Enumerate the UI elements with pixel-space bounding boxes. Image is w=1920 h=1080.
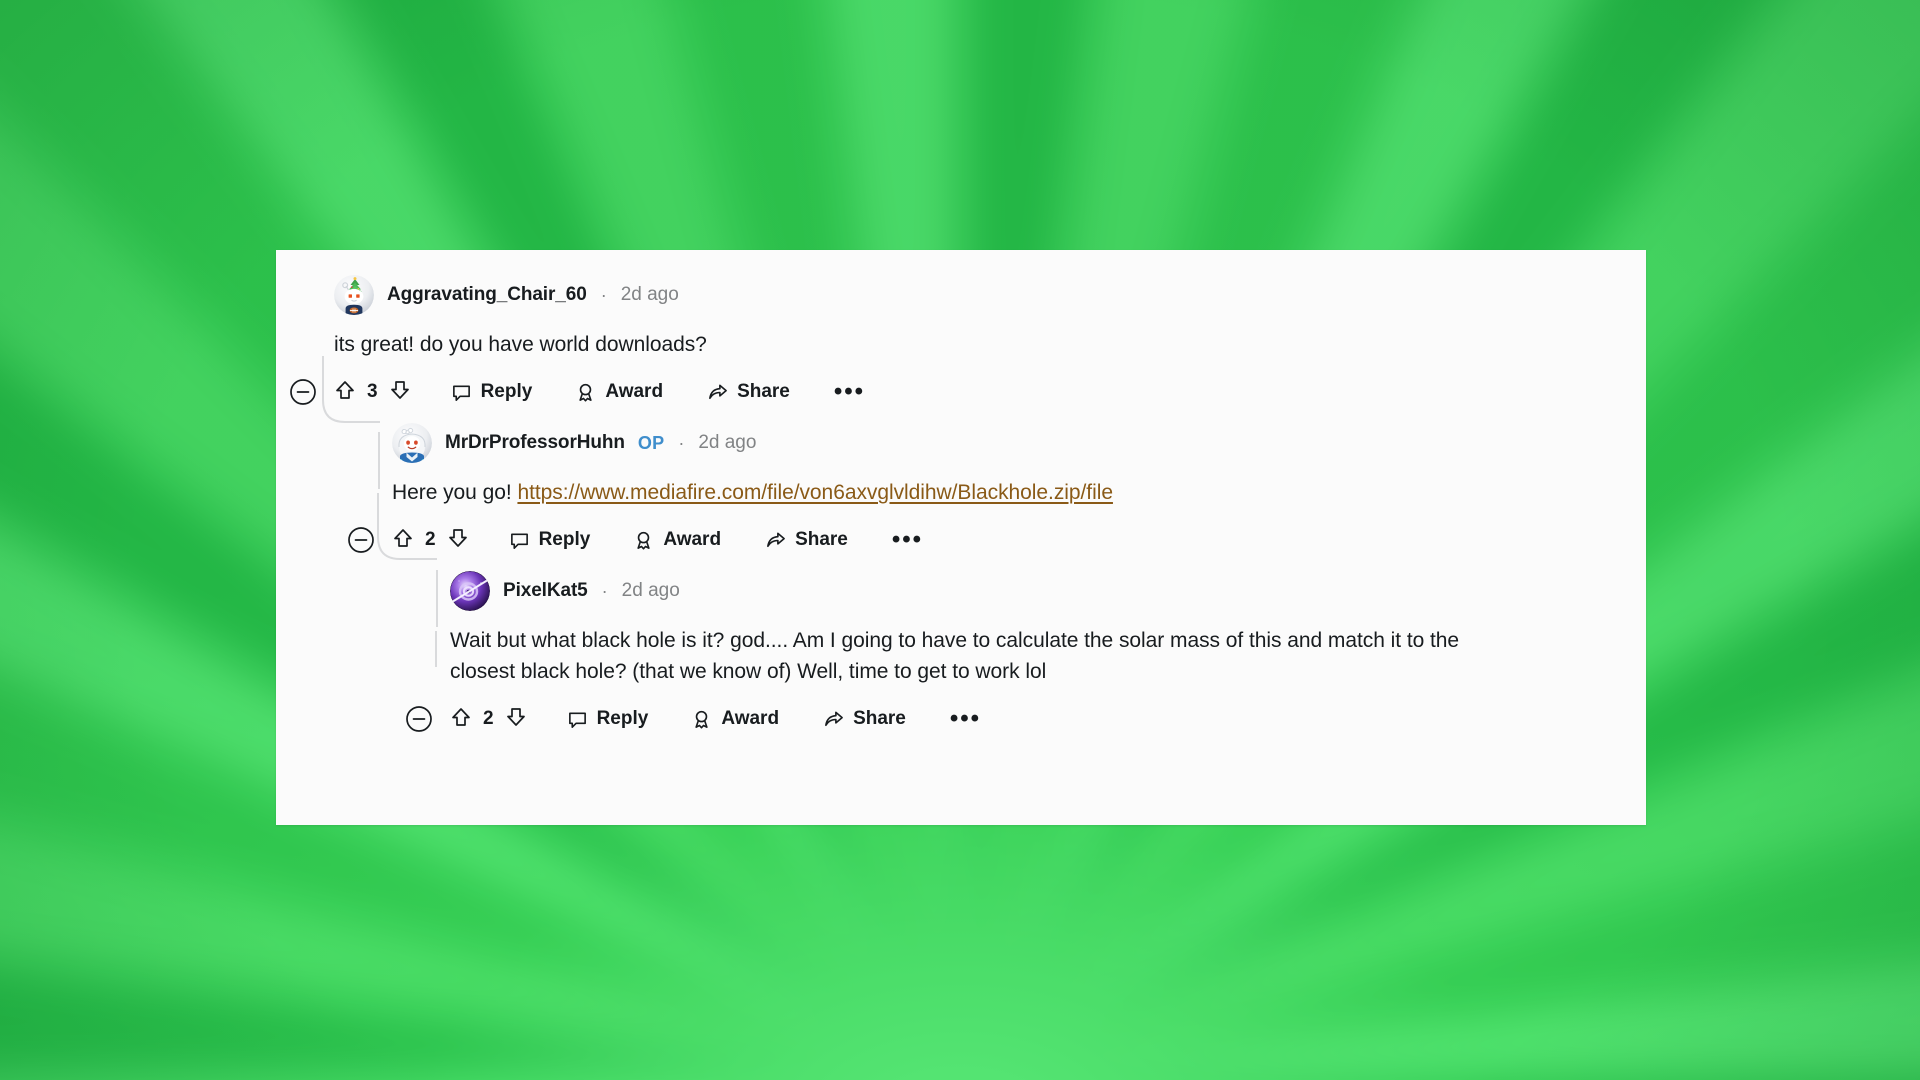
comment-username[interactable]: MrDrProfessorHuhn <box>445 432 625 454</box>
award-button[interactable]: Award <box>575 381 663 403</box>
downvote-arrow-icon[interactable] <box>447 527 469 554</box>
comment-header: Aggravating_Chair_60 · 2d ago <box>334 275 1646 315</box>
snoo-christmas-tree-avatar[interactable] <box>334 275 374 315</box>
vote-group: 2 <box>450 706 527 733</box>
comment-body-text: Wait but what black hole is it? god.... … <box>450 629 1460 683</box>
vote-count: 2 <box>425 529 436 550</box>
upvote-arrow-icon[interactable] <box>334 379 356 406</box>
comment-action-bar: 2 Reply Award Share ••• <box>347 520 1646 560</box>
vote-count: 3 <box>367 381 378 402</box>
overflow-dots-icon[interactable]: ••• <box>950 707 981 731</box>
share-button[interactable]: Share <box>765 529 848 551</box>
share-button[interactable]: Share <box>823 708 906 730</box>
purple-planet-avatar[interactable] <box>450 571 490 611</box>
award-button[interactable]: Award <box>691 708 779 730</box>
header-separator: · <box>600 284 607 305</box>
speech-bubble-icon <box>509 530 530 551</box>
header-separator: · <box>678 432 685 453</box>
share-arrow-icon <box>707 382 728 403</box>
award-ribbon-icon <box>575 382 596 403</box>
comment-body: its great! do you have world downloads? <box>334 329 1444 360</box>
downvote-arrow-icon[interactable] <box>505 706 527 733</box>
snoo-white-hood-avatar[interactable] <box>392 423 432 463</box>
reply-label: Reply <box>596 708 649 729</box>
share-label: Share <box>795 529 848 550</box>
speech-bubble-icon <box>567 709 588 730</box>
comment-timestamp: 2d ago <box>621 580 680 601</box>
upvote-arrow-icon[interactable] <box>392 527 414 554</box>
overflow-dots-icon[interactable]: ••• <box>834 380 865 404</box>
upvote-arrow-icon[interactable] <box>450 706 472 733</box>
downvote-arrow-icon[interactable] <box>389 379 411 406</box>
comment-item: PixelKat5 · 2d ago Wait but what black h… <box>276 571 1646 739</box>
comment-timestamp: 2d ago <box>620 284 679 305</box>
comment-body-text: its great! do you have world downloads? <box>334 333 707 356</box>
vote-group: 3 <box>334 379 411 406</box>
collapse-thread-button[interactable] <box>405 705 433 733</box>
comment-action-bar: 3 Reply Award Share ••• <box>289 372 1646 412</box>
comment-header: MrDrProfessorHuhn OP · 2d ago <box>392 423 1646 463</box>
reply-button[interactable]: Reply <box>509 529 591 551</box>
award-button[interactable]: Award <box>633 529 721 551</box>
reply-label: Reply <box>538 529 591 550</box>
comment-username[interactable]: PixelKat5 <box>503 580 588 602</box>
comment-username[interactable]: Aggravating_Chair_60 <box>387 284 587 306</box>
comment-item: Aggravating_Chair_60 · 2d ago its great!… <box>276 275 1646 412</box>
comment-body: Here you go! https://www.mediafire.com/f… <box>392 477 1572 508</box>
award-ribbon-icon <box>633 530 654 551</box>
comment-thread-card: Aggravating_Chair_60 · 2d ago its great!… <box>276 250 1646 825</box>
mediafire-download-link[interactable]: https://www.mediafire.com/file/von6axvgl… <box>517 481 1113 504</box>
comment-header: PixelKat5 · 2d ago <box>450 571 1646 611</box>
comment-action-bar: 2 Reply Award Share ••• <box>405 699 1646 739</box>
collapse-thread-button[interactable] <box>347 526 375 554</box>
share-button[interactable]: Share <box>707 381 790 403</box>
share-arrow-icon <box>823 709 844 730</box>
op-badge: OP <box>637 432 665 453</box>
reply-button[interactable]: Reply <box>567 708 649 730</box>
award-label: Award <box>721 708 780 729</box>
collapse-thread-button[interactable] <box>289 378 317 406</box>
award-label: Award <box>605 381 664 402</box>
reply-label: Reply <box>480 381 533 402</box>
share-label: Share <box>853 708 906 729</box>
speech-bubble-icon <box>451 382 472 403</box>
comment-item: MrDrProfessorHuhn OP · 2d ago Here you g… <box>276 423 1646 560</box>
share-arrow-icon <box>765 530 786 551</box>
comment-timestamp: 2d ago <box>698 432 757 453</box>
header-separator: · <box>601 580 608 601</box>
award-ribbon-icon <box>691 709 712 730</box>
overflow-dots-icon[interactable]: ••• <box>892 528 923 552</box>
reply-button[interactable]: Reply <box>451 381 533 403</box>
vote-count: 2 <box>483 708 494 729</box>
vote-group: 2 <box>392 527 469 554</box>
award-label: Award <box>663 529 722 550</box>
comment-body: Wait but what black hole is it? god.... … <box>450 625 1512 687</box>
comment-body-text: Here you go! <box>392 481 518 504</box>
share-label: Share <box>737 381 790 402</box>
